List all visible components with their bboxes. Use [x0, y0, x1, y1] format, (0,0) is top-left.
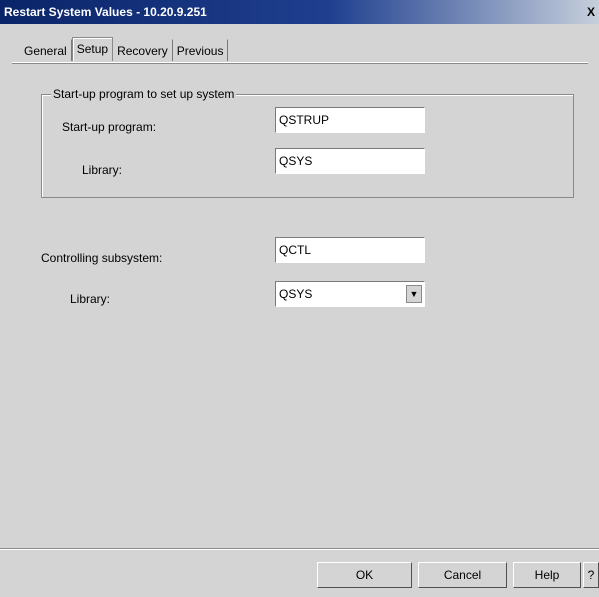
chevron-down-icon[interactable]: ▼ [406, 285, 422, 303]
subsystem-library-label: Library: [70, 292, 111, 306]
startup-program-label: Start-up program: [62, 120, 157, 134]
subsystem-library-value: QSYS [279, 287, 313, 301]
tab-panel-border [12, 62, 588, 64]
tab-strip: General Setup Recovery Previous [20, 37, 229, 63]
subsystem-library-select[interactable]: QSYS ▼ [275, 281, 425, 307]
controlling-subsystem-label: Controlling subsystem: [41, 251, 163, 265]
window-title: Restart System Values - 10.20.9.251 [4, 5, 207, 19]
tab-previous[interactable]: Previous [173, 39, 229, 61]
startup-program-input[interactable]: QSTRUP [275, 107, 425, 133]
tab-general[interactable]: General [20, 39, 72, 61]
startup-library-input[interactable]: QSYS [275, 148, 425, 174]
controlling-subsystem-input[interactable]: QCTL [275, 237, 425, 263]
whats-this-button[interactable]: ? [583, 562, 599, 588]
dialog-window: Restart System Values - 10.20.9.251 X Ge… [0, 0, 599, 597]
startup-library-label: Library: [82, 163, 123, 177]
startup-group-legend: Start-up program to set up system [51, 87, 237, 101]
tab-recovery[interactable]: Recovery [113, 39, 173, 61]
ok-button[interactable]: OK [317, 562, 412, 588]
title-bar[interactable]: Restart System Values - 10.20.9.251 X [0, 0, 599, 24]
button-separator [0, 548, 599, 550]
close-button[interactable]: X [584, 4, 598, 20]
tab-setup[interactable]: Setup [71, 37, 114, 61]
help-button[interactable]: Help [513, 562, 581, 588]
cancel-button[interactable]: Cancel [418, 562, 507, 588]
